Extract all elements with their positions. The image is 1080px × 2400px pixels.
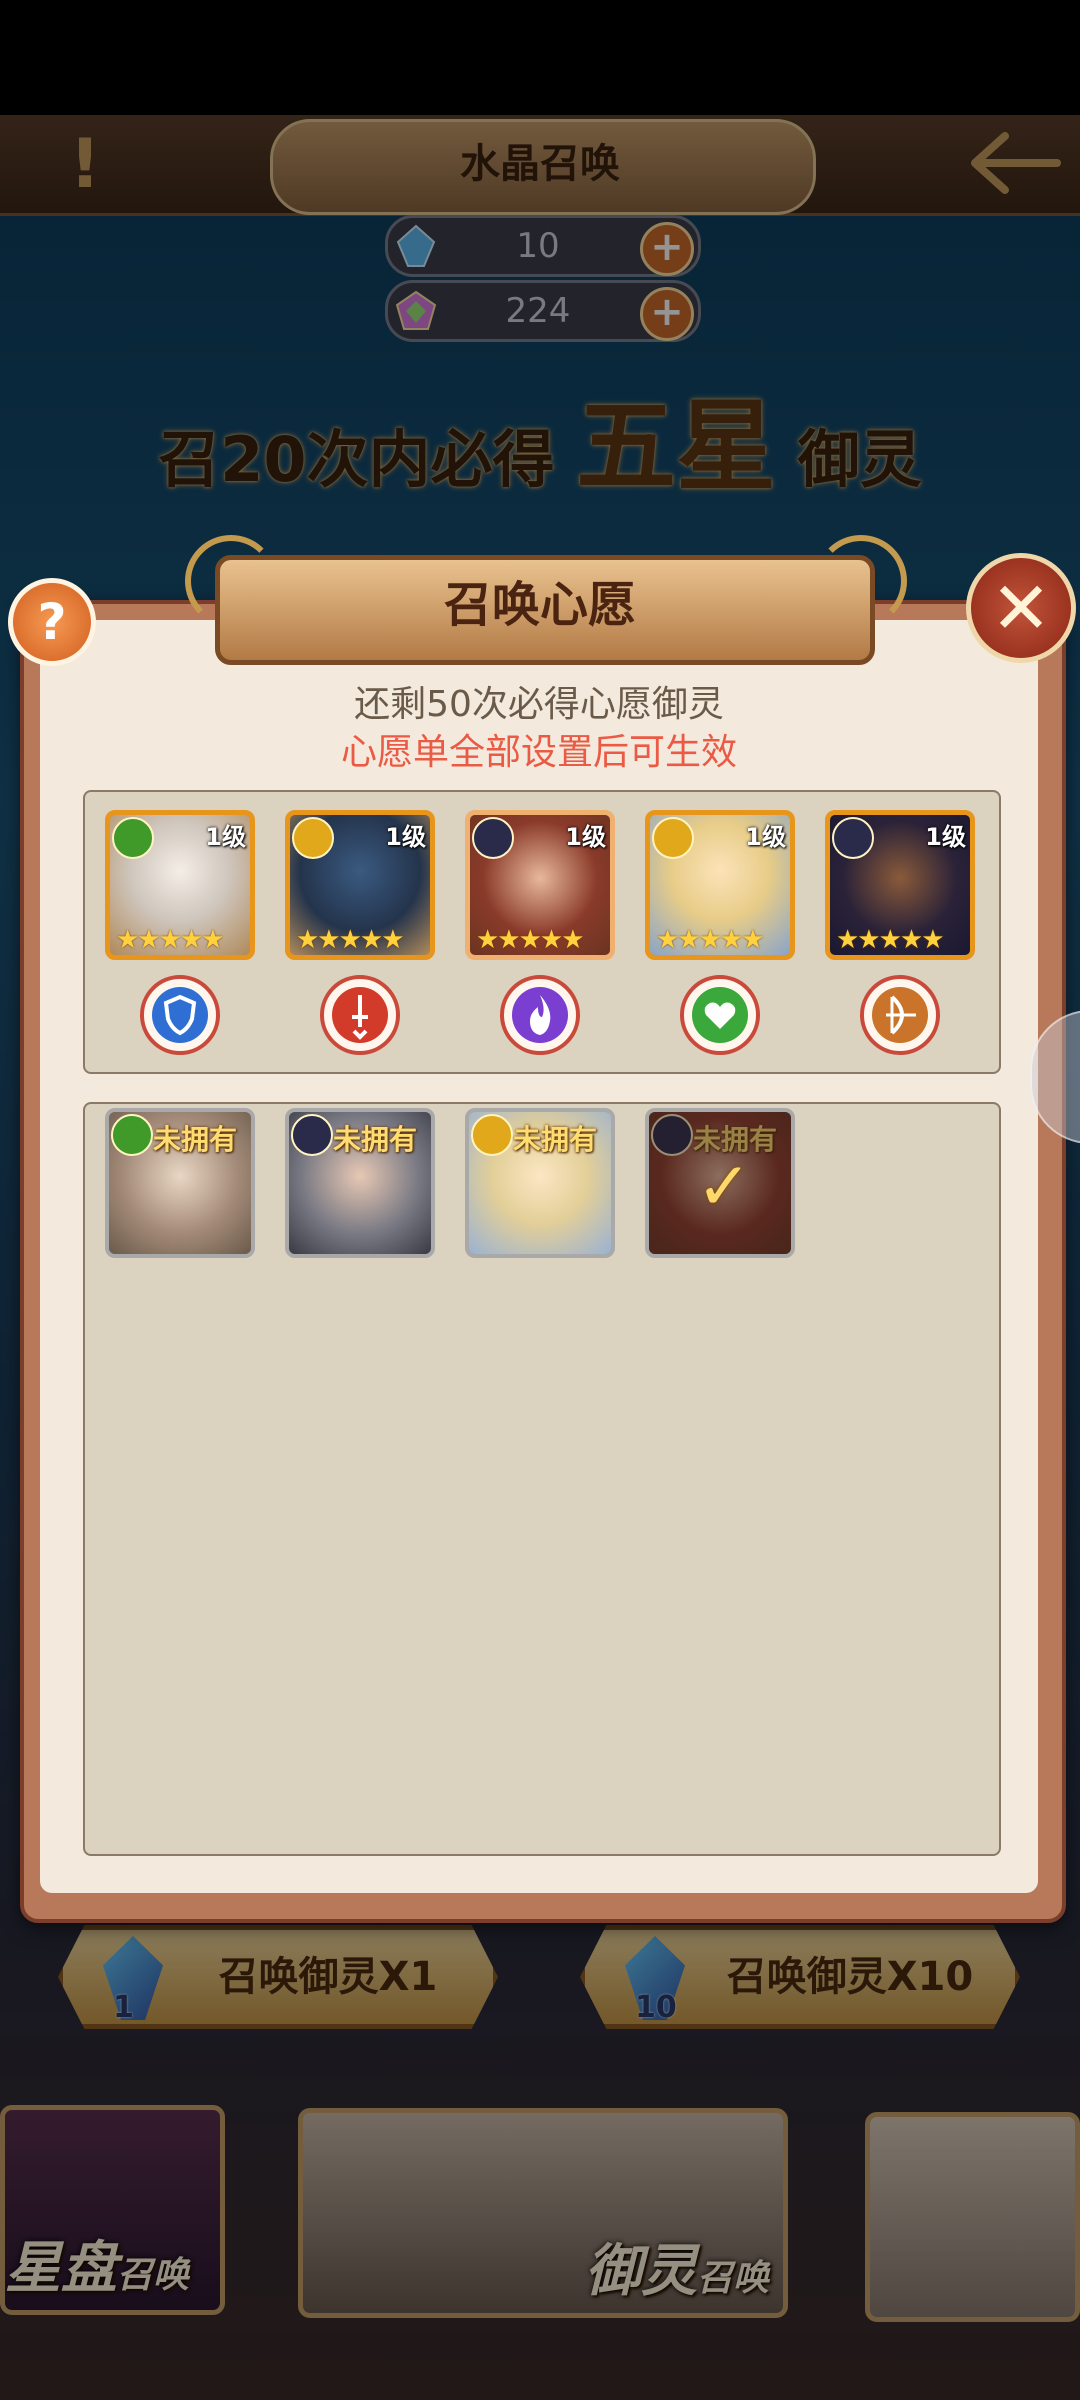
bow-icon	[860, 975, 940, 1055]
level-label: 1级	[385, 823, 426, 851]
wish-slot[interactable]: 1级 ★★★★★	[465, 810, 615, 960]
sword-icon	[320, 975, 400, 1055]
faction-icon	[832, 817, 874, 859]
heart-icon	[680, 975, 760, 1055]
star-rating: ★★★★★	[296, 925, 405, 955]
faction-icon	[652, 817, 694, 859]
candidate-card[interactable]: 未拥有	[465, 1108, 615, 1258]
level-label: 1级	[745, 823, 786, 851]
faction-icon	[471, 1114, 513, 1156]
dialog-title: 召唤心愿	[443, 577, 636, 633]
shield-icon	[140, 975, 220, 1055]
warning-text: 心愿单全部设置后可生效	[340, 732, 737, 773]
help-button[interactable]: ?	[8, 578, 96, 666]
faction-icon	[291, 1114, 333, 1156]
wish-slot[interactable]: 1级 ★★★★★	[825, 810, 975, 960]
faction-icon	[292, 817, 334, 859]
star-rating: ★★★★★	[836, 925, 945, 955]
star-rating: ★★★★★	[116, 925, 225, 955]
star-rating: ★★★★★	[476, 925, 585, 955]
candidate-card-selected[interactable]: 未拥有 ✓	[645, 1108, 795, 1258]
level-label: 1级	[925, 823, 966, 851]
wish-slot[interactable]: 1级 ★★★★★	[105, 810, 255, 960]
level-label: 1级	[205, 823, 246, 851]
unowned-label: 未拥有	[333, 1123, 418, 1156]
wish-slot[interactable]: 1级 ★★★★★	[645, 810, 795, 960]
status-bar	[0, 0, 1080, 115]
faction-icon	[112, 817, 154, 859]
candidate-card[interactable]: 未拥有	[285, 1108, 435, 1258]
unowned-label: 未拥有	[153, 1123, 238, 1156]
unowned-label: 未拥有	[513, 1123, 598, 1156]
candidate-card[interactable]: 未拥有	[105, 1108, 255, 1258]
checkmark-icon: ✓	[696, 1148, 752, 1225]
wish-slot[interactable]: 1级 ★★★★★	[285, 810, 435, 960]
faction-icon	[651, 1114, 693, 1156]
faction-icon	[472, 817, 514, 859]
flame-icon	[500, 975, 580, 1055]
level-label: 1级	[565, 823, 606, 851]
remaining-text: 还剩50次必得心愿御灵	[354, 684, 724, 725]
close-button[interactable]: ✕	[966, 553, 1076, 663]
star-rating: ★★★★★	[656, 925, 765, 955]
faction-icon	[111, 1114, 153, 1156]
